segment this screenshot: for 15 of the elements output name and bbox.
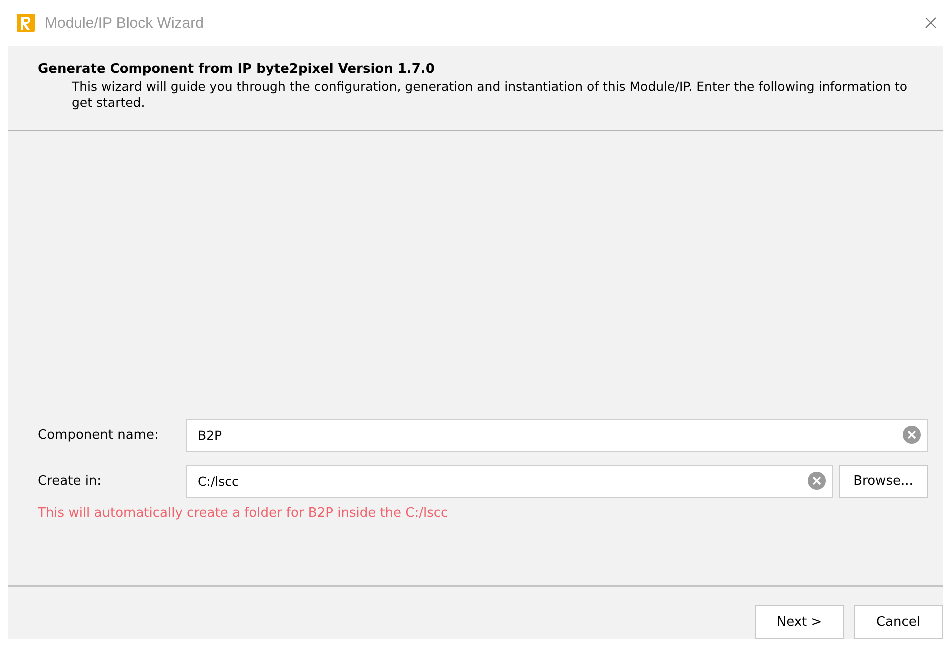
field-label: Component name: [38,428,160,443]
browse-button[interactable]: Browse... [839,465,928,498]
input-field[interactable]: B2P [186,419,928,452]
field-label: Create in: [38,474,103,489]
app-logo-icon [17,14,35,32]
cancel-button[interactable]: Cancel [854,605,943,639]
clear-icon[interactable] [808,472,826,490]
input-field[interactable]: C:/lscc [186,465,833,498]
wizard-description: This wizard will guide you through the configuration, generation and instantiation of this Module/IP. Enter the following information to get started. [72,79,909,111]
hint-text: This will automatically create a folder for B2P inside the C:/lscc [38,506,450,521]
window-title: Module/IP Block Wizard [45,14,204,32]
clear-icon[interactable] [903,426,921,444]
next-button[interactable]: Next > [755,605,844,639]
close-icon[interactable] [925,17,937,29]
wizard-heading: Generate Component from IP byte2pixel Version 1.7.0 [38,62,436,77]
